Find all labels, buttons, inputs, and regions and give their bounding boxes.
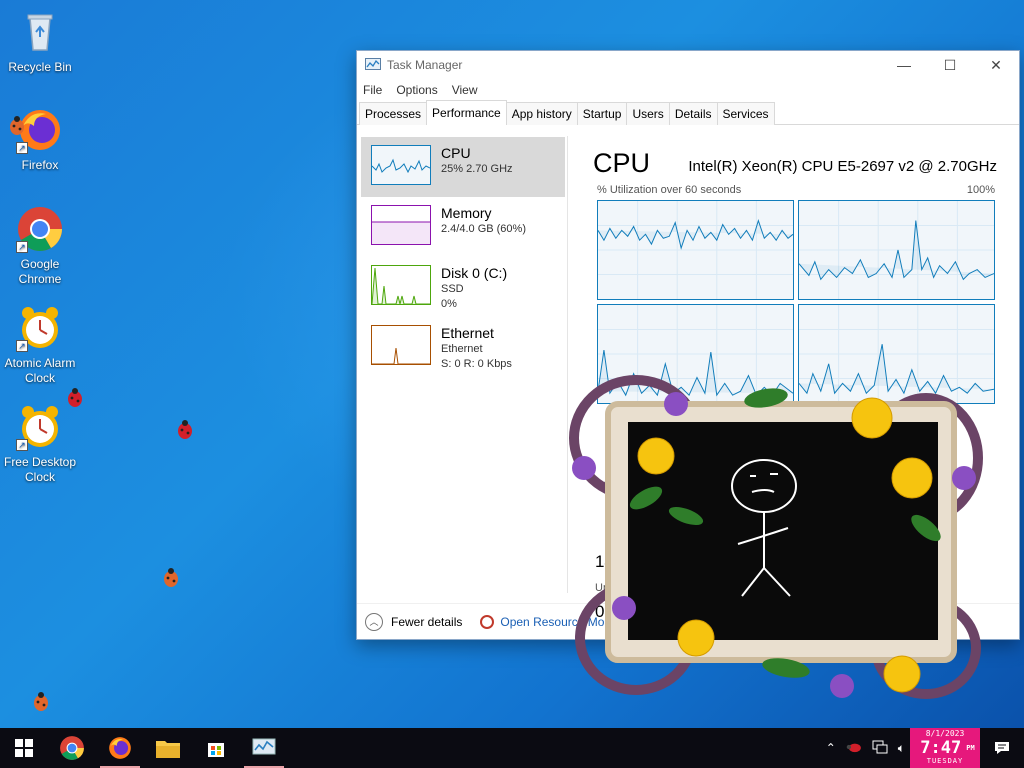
- network-icon[interactable]: [872, 740, 888, 757]
- store-icon: [208, 743, 224, 757]
- title-bar[interactable]: Task Manager — ☐ ✕: [357, 51, 1019, 79]
- show-hidden-icons-chevron-icon[interactable]: ⌃: [826, 741, 836, 755]
- disk-mini-graph: [371, 265, 431, 305]
- tab-services[interactable]: Services: [716, 102, 775, 125]
- perf-item-detail: 0%: [441, 298, 457, 310]
- chrome-icon: [60, 736, 84, 760]
- task-manager-icon: [365, 58, 381, 70]
- action-center-button[interactable]: [980, 728, 1024, 768]
- tab-performance[interactable]: Performance: [426, 100, 507, 125]
- perf-item-name: Disk 0 (C:): [441, 265, 508, 281]
- cpu-core-graph: [597, 200, 794, 300]
- ladybug-icon: [164, 568, 178, 587]
- menu-bar: File Options View: [357, 79, 1019, 101]
- tab-users[interactable]: Users: [626, 102, 670, 125]
- utilization-max: 100%: [966, 184, 995, 196]
- decorative-frame-widget[interactable]: [566, 368, 986, 708]
- ladybug-icon: [10, 116, 24, 135]
- perf-item-name: CPU: [441, 145, 471, 161]
- alarm-clock-icon: ↗: [16, 403, 64, 451]
- windows-logo-icon: [15, 739, 33, 757]
- menu-options[interactable]: Options: [396, 83, 437, 97]
- shortcut-arrow-icon: ↗: [16, 439, 28, 451]
- chrome-icon: ↗: [16, 205, 64, 253]
- perf-item-cpu[interactable]: CPU 25% 2.70 GHz: [361, 137, 565, 197]
- close-button[interactable]: ✕: [973, 51, 1019, 79]
- recycle-bin-icon: [16, 8, 64, 56]
- ethernet-mini-graph: [371, 325, 431, 365]
- taskbar-chrome-button[interactable]: [48, 728, 96, 768]
- minimize-button[interactable]: —: [881, 51, 927, 79]
- desktop-icon-free-desktop-clock[interactable]: ↗ Free Desktop Clock: [0, 403, 80, 485]
- desktop-icon-label: Recycle Bin: [8, 60, 72, 74]
- taskbar-store-button[interactable]: [192, 728, 240, 768]
- firefox-icon: [109, 737, 131, 759]
- shortcut-arrow-icon: ↗: [16, 241, 28, 253]
- desktop-icon-label: Atomic Alarm Clock: [4, 356, 76, 385]
- desktop-icon-google-chrome[interactable]: ↗ Google Chrome: [0, 205, 80, 287]
- fewer-details-button[interactable]: ︿ Fewer details: [365, 612, 463, 631]
- tab-processes[interactable]: Processes: [359, 102, 428, 125]
- perf-item-detail: SSD: [441, 283, 464, 295]
- perf-item-name: Ethernet: [441, 325, 494, 341]
- ladybug-icon: [68, 388, 82, 407]
- taskbar-file-explorer-button[interactable]: [144, 728, 192, 768]
- notification-icon: [995, 742, 1009, 754]
- utilization-label: % Utilization over 60 seconds: [597, 184, 742, 196]
- perf-item-detail: 2.4/4.0 GB (60%): [441, 223, 526, 235]
- clock-weekday: TUESDAY: [926, 757, 964, 765]
- chevron-up-icon: ︿: [365, 612, 383, 631]
- perf-item-name: Memory: [441, 205, 492, 221]
- ladybug-icon: [34, 692, 48, 711]
- cpu-model: Intel(R) Xeon(R) CPU E5-2697 v2 @ 2.70GH…: [688, 158, 997, 175]
- menu-file[interactable]: File: [363, 83, 382, 97]
- perf-resource-list: CPU 25% 2.70 GHz Memory 2.4/4.0 GB (60%): [361, 137, 565, 377]
- perf-item-ethernet[interactable]: Ethernet Ethernet S: 0 R: 0 Kbps: [361, 317, 565, 377]
- volume-icon[interactable]: 🔈︎: [898, 741, 905, 756]
- ladybug-icon: [178, 420, 192, 439]
- desktop-icon-label: Google Chrome: [18, 257, 62, 286]
- perf-item-detail: S: 0 R: 0 Kbps: [441, 358, 512, 370]
- taskbar: ⌃ 🔈︎ 8/1/2023 7:47 PM TUESDAY: [0, 728, 1024, 768]
- taskbar-task-manager-button[interactable]: [240, 728, 288, 768]
- desktop-icon-label: Firefox: [21, 158, 59, 172]
- desktop-icon-recycle-bin[interactable]: Recycle Bin: [0, 8, 80, 75]
- cpu-core-graph: [798, 200, 995, 300]
- cpu-mini-graph: [371, 145, 431, 185]
- taskbar-firefox-button[interactable]: [96, 728, 144, 768]
- tab-details[interactable]: Details: [668, 102, 718, 125]
- menu-view[interactable]: View: [452, 83, 478, 97]
- fewer-details-label: Fewer details: [391, 614, 463, 629]
- clock-time: 7:47: [920, 738, 962, 758]
- perf-item-memory[interactable]: Memory 2.4/4.0 GB (60%): [361, 197, 565, 257]
- memory-mini-graph: [371, 205, 431, 245]
- start-button[interactable]: [0, 728, 48, 768]
- desktop-icon-label: Free Desktop Clock: [3, 455, 77, 484]
- ladybug-tray-icon[interactable]: [846, 741, 862, 756]
- cpu-title: CPU: [593, 148, 651, 178]
- tab-bar: Processes Performance App history Startu…: [357, 100, 1019, 125]
- tab-app-history[interactable]: App history: [505, 102, 578, 125]
- cpu-header: CPU Intel(R) Xeon(R) CPU E5-2697 v2 @ 2.…: [593, 148, 997, 179]
- folder-icon: [156, 741, 180, 758]
- clock-widget[interactable]: 8/1/2023 7:47 PM TUESDAY: [910, 728, 980, 768]
- resource-monitor-icon: [480, 614, 495, 629]
- perf-item-detail: 25% 2.70 GHz: [441, 163, 513, 175]
- system-tray: ⌃ 🔈︎ 8/1/2023 7:47 PM TUESDAY: [821, 728, 1024, 768]
- desktop-icon-atomic-alarm-clock[interactable]: ↗ Atomic Alarm Clock: [0, 304, 80, 386]
- perf-item-detail: Ethernet: [441, 343, 483, 355]
- alarm-clock-icon: ↗: [16, 304, 64, 352]
- clock-ampm: PM: [966, 744, 975, 752]
- maximize-button[interactable]: ☐: [927, 51, 973, 79]
- perf-item-disk[interactable]: Disk 0 (C:) SSD 0%: [361, 257, 565, 317]
- shortcut-arrow-icon: ↗: [16, 340, 28, 352]
- clock-time-row: 7:47 PM: [910, 739, 980, 757]
- window-title: Task Manager: [387, 58, 463, 72]
- task-manager-icon: [252, 738, 276, 755]
- shortcut-arrow-icon: ↗: [16, 142, 28, 154]
- tab-startup[interactable]: Startup: [576, 102, 628, 125]
